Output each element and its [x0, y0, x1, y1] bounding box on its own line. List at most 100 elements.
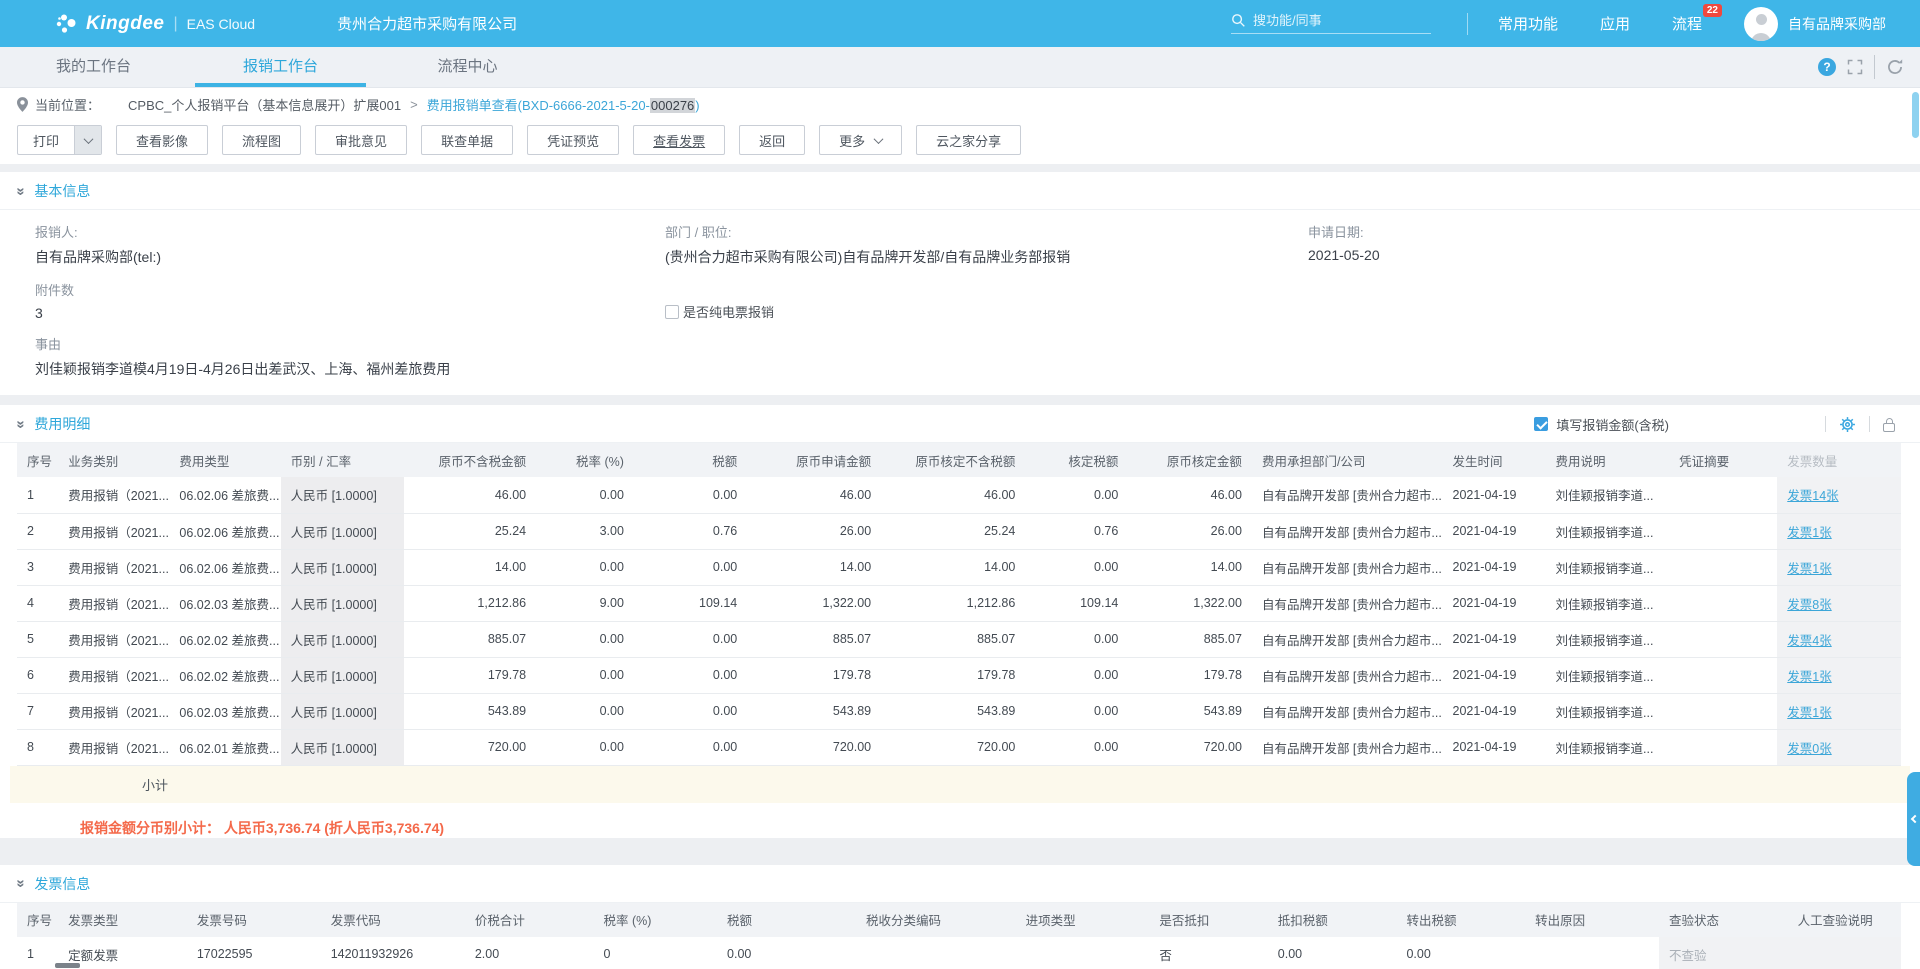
invoice-count-link[interactable]: 发票14张: [1787, 489, 1838, 503]
invoice-count-link[interactable]: 发票0张: [1787, 742, 1831, 756]
invoice-count-link[interactable]: 发票1张: [1787, 562, 1831, 576]
cell-orig_approved_ex_tax: 46.00: [881, 477, 1025, 513]
cell-expense_note: 刘佳颖报销李道...: [1546, 657, 1670, 693]
cell-tax_rate: 0.00: [536, 729, 634, 765]
search-input[interactable]: [1253, 13, 1403, 28]
gear-icon[interactable]: [1839, 416, 1856, 433]
column-header-tax_class_code: 税收分类编码: [856, 903, 1016, 937]
back-button[interactable]: 返回: [739, 125, 805, 155]
flowchart-button[interactable]: 流程图: [222, 125, 301, 155]
yunzhijia-share-button[interactable]: 云之家分享: [916, 125, 1021, 155]
cell-biz_category: 费用报销（2021...: [58, 621, 169, 657]
refresh-icon[interactable]: [1886, 58, 1904, 76]
workspace-tabbar: 我的工作台 报销工作台 流程中心: [0, 47, 1920, 88]
chevron-left-icon: [1910, 815, 1918, 823]
invoice-count-link[interactable]: 发票4张: [1787, 634, 1831, 648]
cell-orig_applied_amount: 46.00: [747, 477, 881, 513]
breadcrumb-toolbar-card: 当前位置： CPBC_个人报销平台（基本信息展开）扩展001 > 费用报销单查看…: [0, 88, 1920, 164]
invoice-table-header-row: 序号发票类型发票号码发票代码价税合计税率 (%)税额税收分类编码进项类型是否抵扣…: [17, 903, 1901, 937]
breadcrumb-separator: >: [410, 97, 418, 112]
avatar[interactable]: [1744, 7, 1778, 41]
collapse-icon[interactable]: »: [14, 879, 29, 887]
cell-expense_type: 06.02.03 差旅费...: [169, 693, 280, 729]
epaper-checkbox[interactable]: [665, 305, 679, 319]
collapse-icon[interactable]: »: [14, 420, 29, 428]
view-image-button[interactable]: 查看影像: [116, 125, 208, 155]
lock-icon[interactable]: [1883, 423, 1895, 432]
column-header-expense_note: 费用说明: [1546, 443, 1670, 477]
cell-voucher_summary: [1669, 513, 1777, 549]
cell-approved_tax: 0.00: [1025, 477, 1128, 513]
cell-invoice_count: 发票1张: [1777, 513, 1901, 549]
cell-invoice_count: 发票1张: [1777, 657, 1901, 693]
cell-seq: 7: [17, 693, 58, 729]
company-name: 贵州合力超市采购有限公司: [337, 13, 517, 34]
cell-currency_rate: 人民币 [1.0000]: [281, 585, 405, 621]
print-button[interactable]: 打印: [17, 125, 102, 155]
approval-opinion-button[interactable]: 审批意见: [315, 125, 407, 155]
vertical-scrollbar-thumb[interactable]: [1912, 92, 1919, 138]
nav-common-functions[interactable]: 常用功能: [1498, 13, 1558, 34]
collapse-icon[interactable]: »: [14, 187, 29, 195]
current-user[interactable]: 自有品牌采购部: [1788, 14, 1886, 34]
location-pin-icon: [17, 97, 28, 112]
column-header-tax_rate: 税率 (%): [594, 903, 718, 937]
cell-expense_type: 06.02.02 差旅费...: [169, 621, 280, 657]
cell-cost_dept: 自有品牌开发部 [贵州合力超市...: [1252, 693, 1443, 729]
column-header-invoice_no: 发票号码: [187, 903, 321, 937]
column-header-deductible: 是否抵扣: [1149, 903, 1267, 937]
column-header-transfer_tax: 转出税额: [1396, 903, 1525, 937]
expense-detail-header: » 费用明细 填写报销金额(含税): [0, 405, 1920, 443]
fill-amount-checkbox[interactable]: [1534, 417, 1548, 431]
invoice-count-link[interactable]: 发票1张: [1787, 670, 1831, 684]
tab-my-workspace[interactable]: 我的工作台: [0, 47, 187, 87]
linked-documents-button[interactable]: 联查单据: [421, 125, 513, 155]
horizontal-scrollbar-thumb[interactable]: [55, 963, 80, 968]
product-name: EAS Cloud: [187, 16, 255, 32]
print-dropdown[interactable]: [74, 126, 101, 154]
voucher-preview-button[interactable]: 凭证预览: [527, 125, 619, 155]
column-header-verify_status: 查验状态: [1659, 903, 1788, 937]
expense-header-controls: 填写报销金额(含税): [1534, 415, 1903, 434]
nav-apps[interactable]: 应用: [1600, 13, 1630, 34]
side-panel-handle[interactable]: [1907, 772, 1920, 866]
cell-tax_rate: 0.00: [536, 621, 634, 657]
cell-orig_amount_ex_tax: 179.78: [404, 657, 536, 693]
column-header-seq: 序号: [17, 903, 58, 937]
cell-manual_verify_note: [1788, 937, 1901, 969]
column-header-deduct_tax: 抵扣税额: [1268, 903, 1397, 937]
column-header-invoice_code: 发票代码: [321, 903, 465, 937]
cell-cost_dept: 自有品牌开发部 [贵州合力超市...: [1252, 477, 1443, 513]
table-row: 7费用报销（2021...06.02.03 差旅费...人民币 [1.0000]…: [17, 693, 1901, 729]
fullscreen-icon[interactable]: [1847, 59, 1863, 75]
cell-cost_dept: 自有品牌开发部 [贵州合力超市...: [1252, 585, 1443, 621]
cell-occur_date: 2021-04-19: [1443, 693, 1546, 729]
help-icon[interactable]: [1818, 58, 1836, 76]
tab-reimburse-workspace[interactable]: 报销工作台: [187, 47, 374, 87]
tab-process-center[interactable]: 流程中心: [374, 47, 561, 87]
invoice-table: 序号发票类型发票号码发票代码价税合计税率 (%)税额税收分类编码进项类型是否抵扣…: [17, 903, 1901, 969]
invoice-count-link[interactable]: 发票1张: [1787, 526, 1831, 540]
invoice-info-header: » 发票信息: [0, 865, 1920, 903]
expense-table-header-row: 序号业务类别费用类型币别 / 汇率原币不含税金额税率 (%)税额原币申请金额原币…: [17, 443, 1901, 477]
nav-workflow[interactable]: 流程 22: [1672, 13, 1702, 34]
column-header-orig_approved_ex_tax: 原币核定不含税额: [881, 443, 1025, 477]
platform-path: CPBC_个人报销平台（基本信息展开）扩展001: [128, 95, 401, 114]
table-row: 8费用报销（2021...06.02.01 差旅费...人民币 [1.0000]…: [17, 729, 1901, 765]
cell-orig_approved_ex_tax: 179.78: [881, 657, 1025, 693]
global-search[interactable]: [1231, 13, 1431, 34]
view-invoice-button[interactable]: 查看发票: [633, 125, 725, 155]
invoice-count-link[interactable]: 发票1张: [1787, 706, 1831, 720]
invoice-count-link[interactable]: 发票8张: [1787, 598, 1831, 612]
cell-orig_approved_ex_tax: 25.24: [881, 513, 1025, 549]
cell-orig_approved_amount: 720.00: [1128, 729, 1252, 765]
cell-currency_rate: 人民币 [1.0000]: [281, 657, 405, 693]
field-applicant: 报销人: 自有品牌采购部(tel:): [35, 222, 665, 267]
tools-divider: [1874, 55, 1875, 79]
cell-tax_rate: 0.00: [536, 657, 634, 693]
more-button[interactable]: 更多: [819, 125, 902, 155]
cell-approved_tax: 0.00: [1025, 729, 1128, 765]
cell-invoice_code: 142011932926: [321, 937, 465, 969]
kingdee-logo[interactable]: Kingdee | EAS Cloud: [54, 12, 255, 36]
document-link[interactable]: 费用报销单查看(BXD-6666-2021-5-20-000276): [427, 95, 700, 114]
